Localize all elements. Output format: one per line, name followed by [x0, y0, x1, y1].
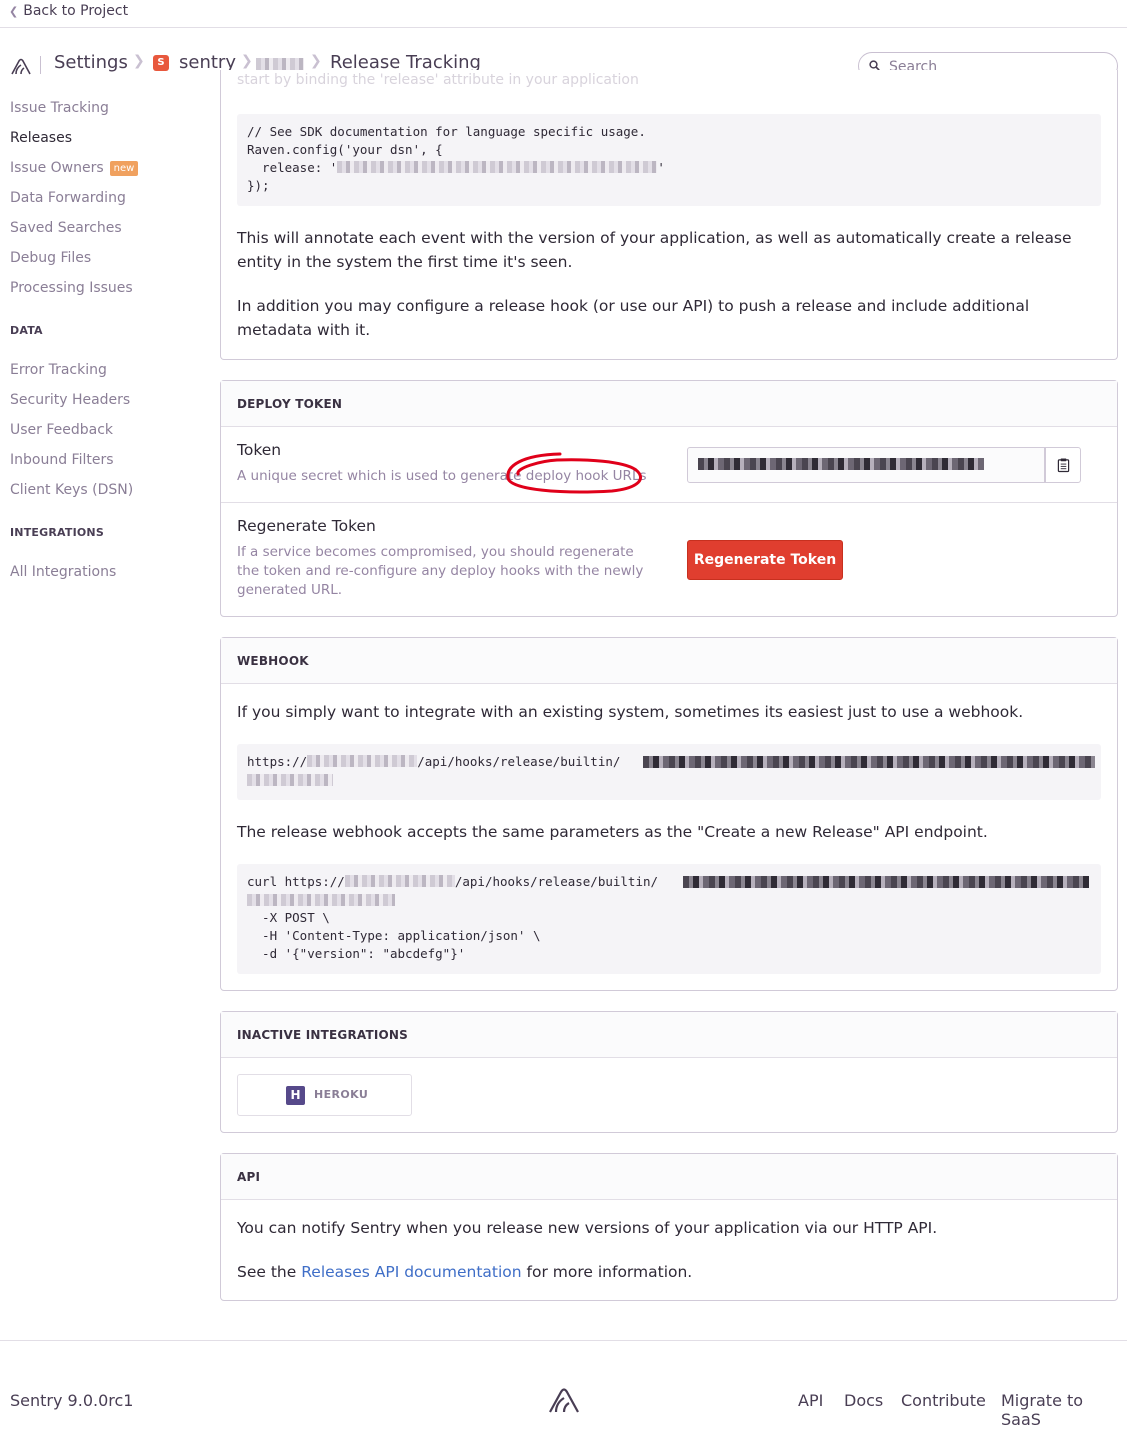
api-panel: API You can notify Sentry when you relea… [220, 1153, 1118, 1301]
redacted-host [344, 875, 455, 887]
footer: Sentry 9.0.0rc1 API Docs Contribute Migr… [0, 1340, 1127, 1445]
code-line [247, 771, 1091, 789]
api-docs-paragraph: See the Releases API documentation for m… [237, 1260, 1103, 1284]
breadcrumb-settings[interactable]: Settings [54, 52, 128, 73]
back-link-label: Back to Project [23, 3, 129, 19]
regenerate-help: If a service becomes compromised, you sh… [237, 544, 644, 598]
releases-api-docs-link[interactable]: Releases API documentation [301, 1263, 521, 1281]
heroku-integration-button[interactable]: H HEROKU [237, 1074, 412, 1116]
sidebar-item-user-feedback[interactable]: User Feedback [10, 422, 113, 438]
chevron-right-icon: ❯ [241, 53, 253, 69]
code-sample: // See SDK documentation for language sp… [237, 114, 1101, 206]
back-to-project-link[interactable]: ❮ Back to Project [9, 3, 128, 19]
sentry-logo-icon[interactable] [10, 56, 32, 76]
code-line: release: ' ' [247, 159, 1091, 177]
version-label: Sentry 9.0.0rc1 [10, 1391, 134, 1410]
code-line: // See SDK documentation for language sp… [247, 124, 646, 139]
url-path: /api/hooks/release/builtin/ [417, 754, 621, 769]
url-scheme: https:// [247, 754, 308, 769]
chevron-left-icon: ❮ [9, 5, 19, 18]
sentry-logo-icon [549, 1388, 579, 1413]
url-path: /api/hooks/release/builtin/ [454, 874, 659, 889]
chevron-right-icon: ❯ [133, 53, 145, 69]
sidebar-heading-integrations: INTEGRATIONS [10, 526, 104, 539]
code-quote: ' [657, 160, 665, 175]
api-docs-prefix: See the [237, 1263, 302, 1281]
clipboard-icon [1057, 458, 1070, 473]
redacted-hook-id-tail [247, 894, 395, 906]
sidebar-item-processing-issues[interactable]: Processing Issues [10, 280, 133, 296]
cut-off-text: start by binding the 'release' attribute… [237, 72, 639, 88]
code-line: }); [247, 178, 270, 193]
release-config-panel: start by binding the 'release' attribute… [220, 70, 1118, 360]
footer-link-migrate[interactable]: Migrate to SaaS [1001, 1391, 1127, 1429]
redacted-hook-id [643, 756, 1095, 768]
footer-link-docs[interactable]: Docs [844, 1391, 883, 1410]
sidebar-item-debug-files[interactable]: Debug Files [10, 250, 91, 266]
deploy-token-heading: DEPLOY TOKEN [221, 381, 1117, 427]
webhook-panel: WEBHOOK If you simply want to integrate … [220, 637, 1118, 991]
sidebar-item-all-integrations[interactable]: All Integrations [10, 564, 116, 580]
sidebar-item-saved-searches[interactable]: Saved Searches [10, 220, 122, 236]
code-line: https:// /api/hooks/release/builtin/ [247, 753, 1095, 771]
token-help: A unique secret which is used to generat… [237, 468, 647, 484]
footer-link-contribute[interactable]: Contribute [901, 1391, 986, 1410]
sidebar-item-data-forwarding[interactable]: Data Forwarding [10, 190, 126, 206]
sidebar-item-security-headers[interactable]: Security Headers [10, 392, 130, 408]
sidebar-item-releases[interactable]: Releases [10, 130, 72, 146]
back-bar: ❮ Back to Project [0, 0, 1127, 28]
code-line: -H 'Content-Type: application/json' \ [247, 928, 541, 943]
webhook-intro: If you simply want to integrate with an … [237, 703, 1024, 721]
inactive-integrations-heading: INACTIVE INTEGRATIONS [221, 1012, 1117, 1058]
webhook-heading: WEBHOOK [221, 638, 1117, 684]
token-row: Token A unique secret which is used to g… [221, 428, 1117, 503]
sidebar-item-client-keys[interactable]: Client Keys (DSN) [10, 482, 133, 498]
sidebar-item-issue-tracking[interactable]: Issue Tracking [10, 100, 109, 116]
code-line: Raven.config('your dsn', { [247, 142, 443, 157]
footer-link-api[interactable]: API [798, 1391, 823, 1410]
api-docs-suffix: for more information. [521, 1263, 693, 1281]
code-line: -d '{"version": "abcdefg"}' [247, 946, 466, 961]
regenerate-label: Regenerate Token [237, 517, 376, 535]
api-heading: API [221, 1154, 1117, 1200]
redacted-hook-id-tail [247, 774, 333, 786]
redacted-token [698, 458, 984, 470]
regenerate-token-button[interactable]: Regenerate Token [687, 540, 843, 580]
heroku-icon: H [286, 1086, 305, 1105]
chevron-right-icon: ❯ [310, 53, 322, 69]
code-line: -X POST \ [247, 910, 330, 925]
redacted-host [307, 755, 418, 767]
project-avatar: S [153, 55, 169, 71]
config-paragraph-2: In addition you may configure a release … [237, 297, 1030, 339]
code-release-key: release: ' [247, 160, 338, 175]
inactive-integrations-panel: INACTIVE INTEGRATIONS H HEROKU [220, 1011, 1118, 1133]
new-badge: new [109, 161, 139, 176]
heroku-label: HEROKU [314, 1088, 369, 1101]
regenerate-row: Regenerate Token If a service becomes co… [221, 504, 1117, 616]
token-label: Token [237, 441, 282, 459]
header-divider [40, 56, 41, 74]
config-paragraph-1: This will annotate each event with the v… [237, 229, 1072, 271]
sidebar-item-inbound-filters[interactable]: Inbound Filters [10, 452, 114, 468]
deploy-token-panel: DEPLOY TOKEN Token A unique secret which… [220, 380, 1118, 617]
redacted-hook-id [683, 876, 1089, 888]
webhook-note: The release webhook accepts the same par… [237, 823, 988, 841]
curl-example: curl https:// /api/hooks/release/builtin/… [237, 864, 1101, 974]
code-line: curl https:// /api/hooks/release/builtin/ [247, 873, 1091, 891]
api-paragraph: You can notify Sentry when you release n… [237, 1219, 938, 1237]
redacted-release [337, 161, 658, 173]
sidebar-heading-data: DATA [10, 324, 43, 337]
copy-token-button[interactable] [1045, 447, 1081, 483]
sidebar-item-label: Issue Owners [10, 160, 104, 176]
sidebar-item-error-tracking[interactable]: Error Tracking [10, 362, 107, 378]
sidebar-item-issue-owners[interactable]: Issue Owners new [10, 160, 139, 176]
code-line [247, 891, 1091, 909]
curl-command: curl https:// [247, 874, 345, 889]
webhook-url: https:// /api/hooks/release/builtin/ [237, 744, 1101, 800]
token-field[interactable] [687, 447, 1045, 483]
